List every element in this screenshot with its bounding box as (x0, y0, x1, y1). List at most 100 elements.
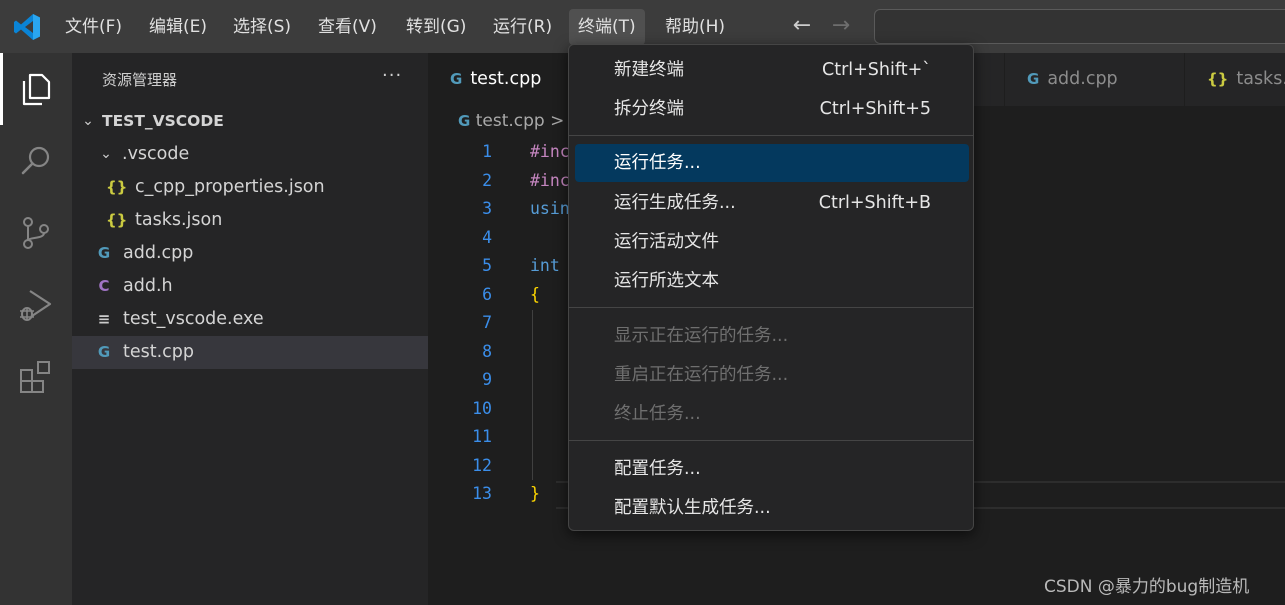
tree-file[interactable]: C add.h (72, 270, 428, 303)
menu-label: 新建终端 (614, 60, 684, 80)
menu-label: 配置任务... (614, 459, 701, 479)
more-actions-icon[interactable]: ··· (382, 65, 402, 86)
menu-label: 显示正在运行的任务... (614, 326, 789, 346)
menu-label: 重启正在运行的任务... (614, 365, 789, 385)
line-number: 7 (482, 313, 492, 332)
menu-run-task[interactable]: 运行任务... (575, 144, 969, 182)
menu-configure-default-build-task[interactable]: 配置默认生成任务... (575, 489, 969, 527)
tree-folder-vscode[interactable]: ⌄ .vscode (72, 138, 428, 171)
file-label: add.h (123, 276, 173, 296)
tab-tasks-json[interactable]: {} tasks.json (1184, 53, 1285, 106)
line-number: 12 (472, 455, 492, 475)
tree-root-folder[interactable]: ⌄ TEST_VSCODE (72, 105, 428, 138)
code-line[interactable]: { (530, 285, 540, 304)
folder-label: .vscode (122, 144, 190, 164)
explorer-sidebar: 资源管理器 ··· ⌄ TEST_VSCODE ⌄ .vscode {} c_c… (72, 53, 428, 605)
breadcrumb-file[interactable]: test.cpp (476, 111, 545, 131)
arrow-left-icon[interactable]: ← (788, 10, 816, 42)
shortcut-label: Ctrl+Shift+` (822, 60, 931, 80)
search-activity[interactable] (0, 125, 72, 197)
terminal-menu-dropdown: 新建终端 Ctrl+Shift+` 拆分终端 Ctrl+Shift+5 运行任务… (568, 44, 974, 531)
vscode-logo-icon (12, 12, 42, 42)
menu-run-build-task[interactable]: 运行生成任务... Ctrl+Shift+B (575, 184, 969, 222)
shortcut-label: Ctrl+Shift+5 (819, 99, 931, 119)
cpp-file-icon: G (458, 112, 471, 130)
tab-add-cpp[interactable]: Gadd.cpp (1004, 53, 1184, 106)
file-label: test.cpp (123, 342, 195, 362)
c-header-icon: C (98, 277, 110, 295)
code-line[interactable]: #inc (530, 142, 570, 161)
tab-test-cpp[interactable]: Gtest.cpp (428, 53, 568, 106)
menu-edit[interactable]: 编辑(E) (140, 9, 216, 45)
source-control-activity[interactable] (0, 197, 72, 269)
menu-label: 拆分终端 (614, 99, 684, 119)
menu-terminal[interactable]: 终端(T) (569, 9, 645, 45)
line-number: 4 (482, 227, 492, 247)
code-line[interactable]: usin (530, 199, 570, 218)
menu-label: 配置默认生成任务... (614, 498, 771, 518)
cpp-file-icon: G (450, 70, 463, 88)
json-file-icon: {} (106, 178, 128, 196)
active-indicator (0, 53, 3, 125)
menu-show-running-tasks: 显示正在运行的任务... (575, 317, 969, 355)
menu-label: 运行生成任务... (614, 193, 736, 213)
tab-label: tasks.json (1236, 69, 1285, 89)
files-icon (22, 73, 51, 106)
tree-file-selected[interactable]: G test.cpp (72, 336, 428, 369)
code-line[interactable]: #inc (530, 171, 570, 190)
tab-label: test.cpp (470, 69, 542, 89)
command-center-search[interactable] (874, 9, 1285, 44)
line-number: 2 (482, 170, 492, 190)
menu-run-active-file[interactable]: 运行活动文件 (575, 223, 969, 261)
file-label: c_cpp_properties.json (135, 177, 325, 197)
source-control-icon (23, 217, 49, 249)
file-label: add.cpp (123, 243, 194, 263)
root-folder-label: TEST_VSCODE (102, 112, 224, 130)
search-icon (21, 146, 50, 175)
breadcrumb[interactable]: G test.cpp > (458, 111, 564, 131)
menu-terminate-task: 终止任务... (575, 395, 969, 433)
extensions-activity[interactable] (0, 341, 72, 413)
menu-selection[interactable]: 选择(S) (224, 9, 300, 45)
menu-label: 终止任务... (614, 404, 701, 424)
cpp-file-icon: G (97, 343, 111, 361)
tree-file[interactable]: {} tasks.json (72, 204, 428, 237)
menu-separator (569, 440, 973, 441)
line-number: 3 (482, 199, 492, 218)
binary-file-icon: ≡ (97, 310, 111, 328)
menu-help[interactable]: 帮助(H) (656, 9, 734, 45)
line-number: 11 (472, 427, 492, 446)
tab-label: add.cpp (1047, 69, 1118, 89)
menu-run-selected-text[interactable]: 运行所选文本 (575, 262, 969, 300)
tree-file[interactable]: {} c_cpp_properties.json (72, 171, 428, 204)
menu-new-terminal[interactable]: 新建终端 Ctrl+Shift+` (575, 51, 969, 89)
cpp-file-icon: G (97, 244, 111, 262)
breadcrumb-separator: > (550, 111, 565, 131)
menu-label: 运行任务... (614, 153, 701, 173)
menu-view[interactable]: 查看(V) (309, 9, 386, 45)
tree-file[interactable]: G add.cpp (72, 237, 428, 270)
cpp-file-icon: G (1027, 70, 1040, 88)
file-label: test_vscode.exe (123, 309, 264, 329)
menu-split-terminal[interactable]: 拆分终端 Ctrl+Shift+5 (575, 90, 969, 128)
indent-guide (532, 310, 533, 480)
menu-go[interactable]: 转到(G) (397, 9, 475, 45)
shortcut-label: Ctrl+Shift+B (818, 193, 931, 213)
menu-configure-tasks[interactable]: 配置任务... (575, 450, 969, 488)
code-line[interactable]: int (530, 256, 560, 275)
arrow-right-icon[interactable]: → (827, 10, 855, 42)
menu-restart-running-task: 重启正在运行的任务... (575, 356, 969, 394)
file-label: tasks.json (135, 210, 223, 230)
run-debug-icon (20, 290, 52, 321)
menu-separator (569, 307, 973, 308)
menu-file[interactable]: 文件(F) (56, 9, 131, 45)
menu-run[interactable]: 运行(R) (484, 9, 561, 45)
run-debug-activity[interactable] (0, 269, 72, 341)
tree-file[interactable]: ≡ test_vscode.exe (72, 303, 428, 336)
explorer-activity[interactable] (0, 53, 72, 125)
activity-bar (0, 53, 72, 605)
sidebar-title: 资源管理器 (102, 71, 178, 89)
extensions-icon (20, 361, 50, 393)
code-line[interactable]: } (530, 484, 540, 503)
json-file-icon: {} (106, 211, 128, 229)
